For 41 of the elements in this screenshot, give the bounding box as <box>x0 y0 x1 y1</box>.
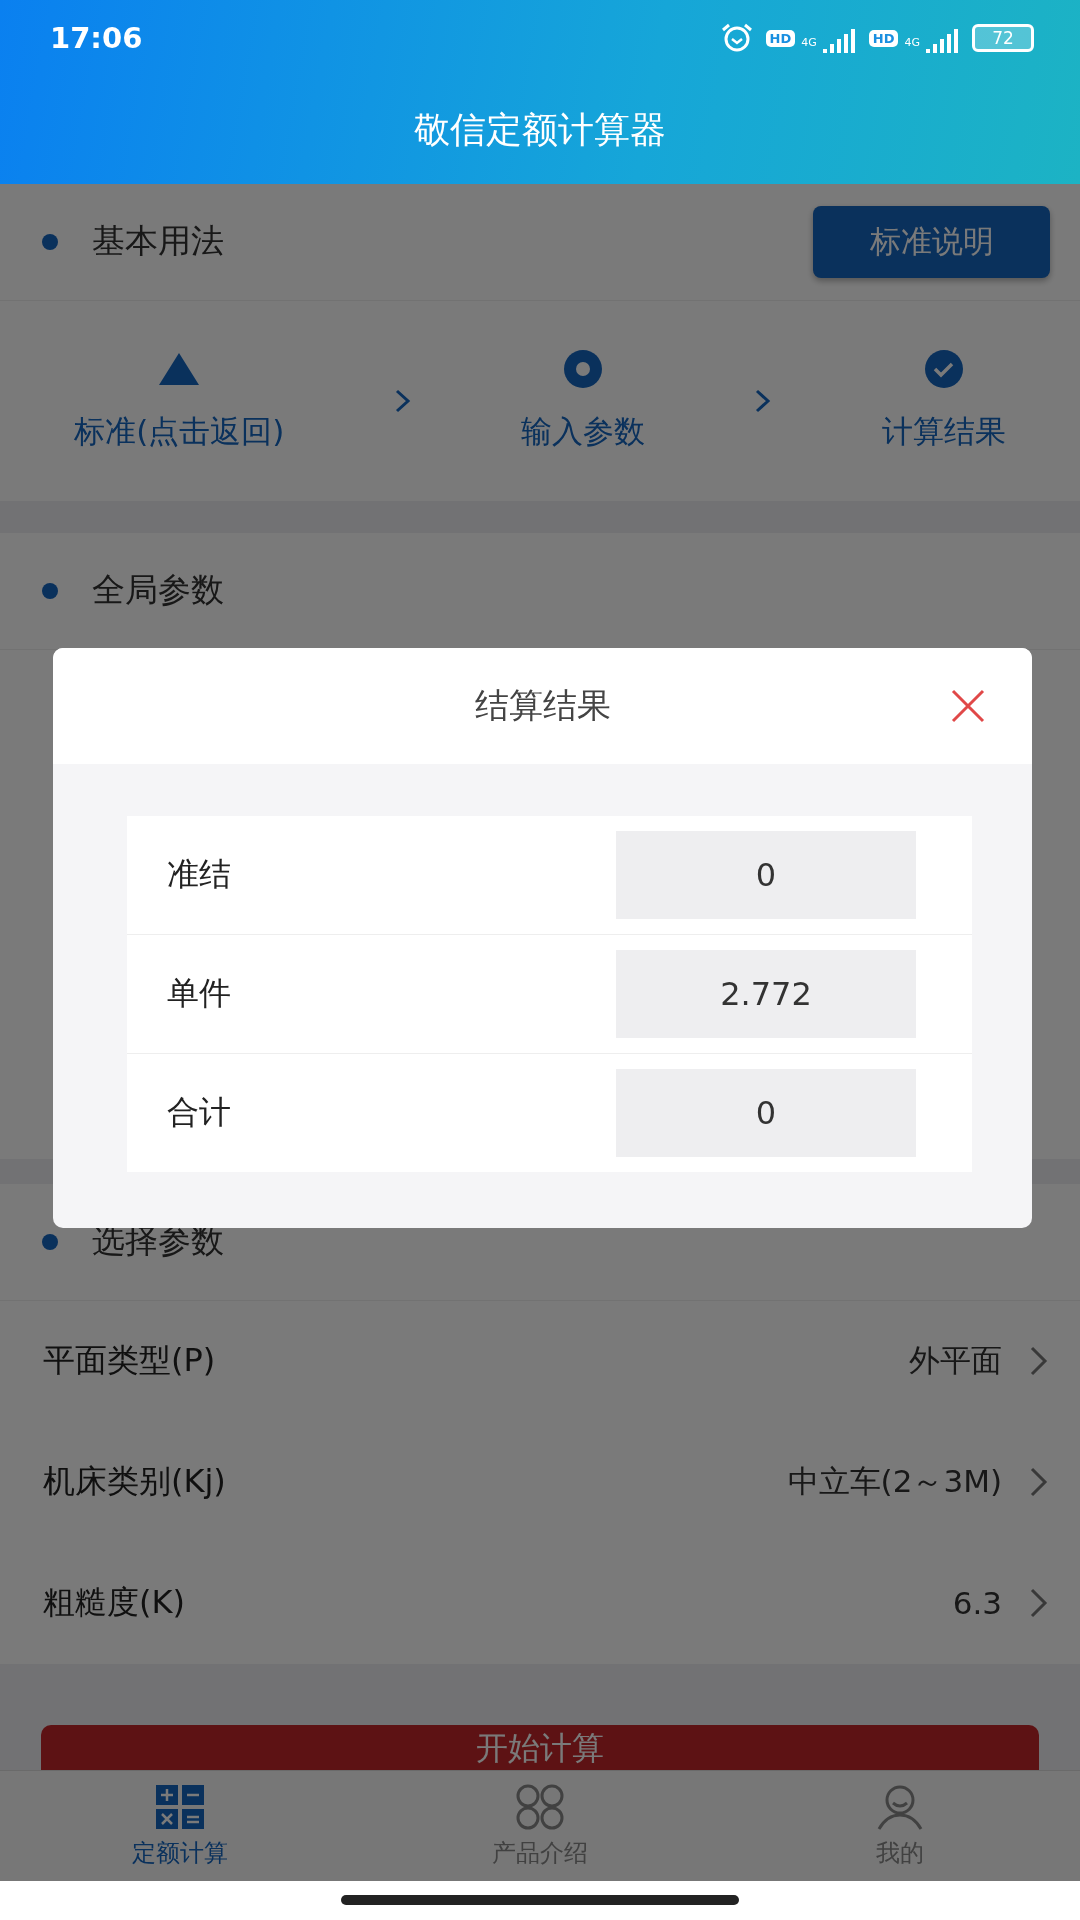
bullet-dot <box>42 233 58 250</box>
close-icon[interactable] <box>950 687 986 724</box>
result-value: 0 <box>616 830 916 919</box>
result-label: 单件 <box>167 972 232 1014</box>
app-title: 敬信定额计算器 <box>414 108 666 148</box>
bullet-dot <box>42 582 58 599</box>
param-row[interactable]: 机床类别(Kj) 中立车(2～3M) <box>0 1421 1080 1543</box>
result-label: 准结 <box>167 853 232 895</box>
param-value: 中立车(2～3M) <box>787 1462 1002 1502</box>
hd-badge: HD <box>765 29 796 47</box>
start-button[interactable]: 开始计算 <box>41 1724 1039 1770</box>
dialog-title: 结算结果 <box>474 683 611 727</box>
result-value: 0 <box>616 1068 916 1157</box>
param-row[interactable]: 平面类型(P) 外平面 <box>0 1300 1080 1422</box>
bullet-dot <box>42 1233 58 1250</box>
param-label: 平面类型(P) <box>43 1340 217 1382</box>
step-item[interactable]: 输入参数 <box>521 348 646 453</box>
step-label: 标准(点击返回) <box>74 411 285 451</box>
network-type: 4G <box>904 35 920 48</box>
alarm-icon <box>719 23 754 53</box>
param-row[interactable]: 粗糙度(K) 6.3 <box>0 1542 1080 1664</box>
four-circles-icon <box>514 1782 566 1831</box>
section-title: 基本用法 <box>92 220 225 263</box>
result-label: 合计 <box>167 1091 232 1133</box>
calculator-icon <box>154 1782 206 1831</box>
section-title: 全局参数 <box>92 569 225 612</box>
param-label: 机床类别(Kj) <box>43 1461 227 1503</box>
hd-badge: HD <box>868 29 899 47</box>
battery-level: 72 <box>992 29 1014 47</box>
step-label: 输入参数 <box>521 411 646 451</box>
param-value: 6.3 <box>952 1585 1002 1622</box>
result-value: 2.772 <box>616 949 916 1038</box>
step-label: 计算结果 <box>881 411 1006 451</box>
param-label: 粗糙度(K) <box>43 1582 186 1624</box>
step-item[interactable]: 标准(点击返回) <box>74 348 285 453</box>
tab-item[interactable]: 定额计算 <box>0 1770 360 1881</box>
param-value: 外平面 <box>909 1341 1002 1381</box>
step-item[interactable]: 计算结果 <box>881 348 1006 453</box>
standard-button[interactable]: 标准说明 <box>813 205 1050 278</box>
status-time: 17:06 <box>50 21 143 55</box>
network-type: 4G <box>801 35 817 48</box>
